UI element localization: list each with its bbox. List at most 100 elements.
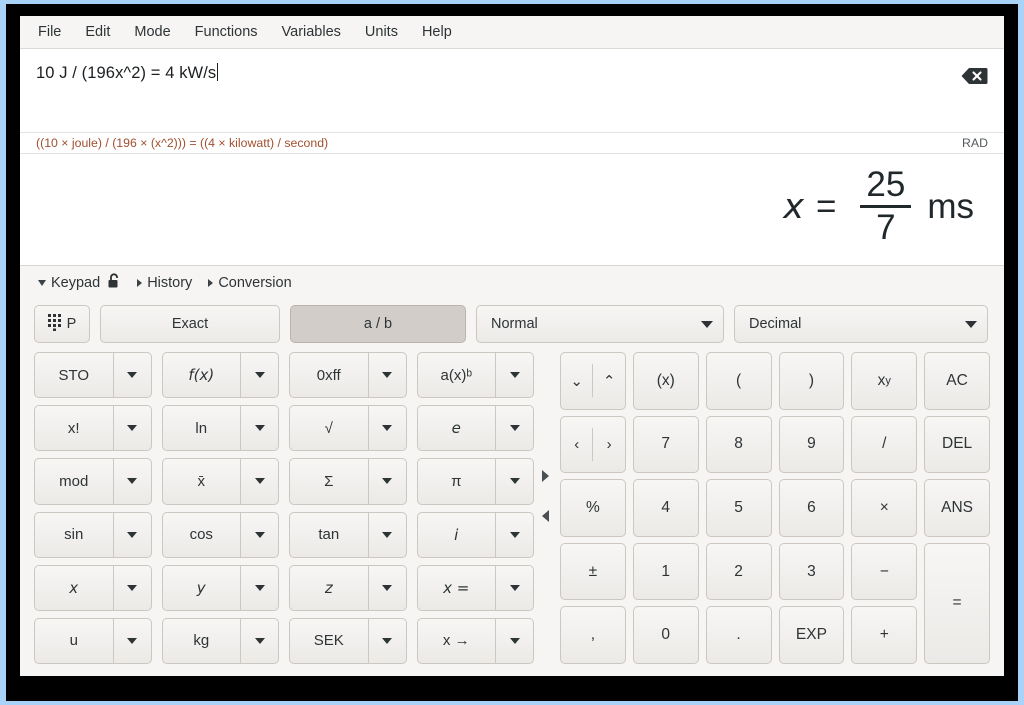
fraction-mode-button[interactable]: a / b xyxy=(290,305,466,343)
function-key-label[interactable]: √ xyxy=(290,406,369,450)
function-key-dropdown[interactable] xyxy=(496,353,533,397)
key-decimal-point[interactable]: . xyxy=(706,606,772,664)
tab-conversion[interactable]: Conversion xyxy=(204,273,299,293)
function-key[interactable]: x̄ xyxy=(162,458,280,504)
expand-right-icon[interactable] xyxy=(542,470,549,482)
function-key-label[interactable]: x! xyxy=(35,406,114,450)
function-key-label[interactable]: x = xyxy=(418,566,497,610)
tab-keypad[interactable]: Keypad xyxy=(34,271,129,295)
key-plus-minus[interactable]: ± xyxy=(560,543,626,601)
key-plus[interactable]: + xyxy=(851,606,917,664)
function-key-dropdown[interactable] xyxy=(114,406,151,450)
function-key[interactable]: cos xyxy=(162,512,280,558)
function-key-dropdown[interactable] xyxy=(496,406,533,450)
function-key-dropdown[interactable] xyxy=(496,619,533,663)
function-key-dropdown[interactable] xyxy=(369,459,406,503)
function-key-dropdown[interactable] xyxy=(114,513,151,557)
function-key[interactable]: sin xyxy=(34,512,152,558)
key-comma[interactable]: , xyxy=(560,606,626,664)
key-5[interactable]: 5 xyxy=(706,479,772,537)
function-key-dropdown[interactable] xyxy=(496,459,533,503)
function-key[interactable]: STO xyxy=(34,352,152,398)
function-key[interactable]: z xyxy=(289,565,407,611)
function-key-label[interactable]: a(x)ᵇ xyxy=(418,353,497,397)
key-2[interactable]: 2 xyxy=(706,543,772,601)
function-key-label[interactable]: x xyxy=(35,566,114,610)
function-key-dropdown[interactable] xyxy=(241,513,278,557)
key-answer[interactable]: ANS xyxy=(924,479,990,537)
function-key-dropdown[interactable] xyxy=(241,566,278,610)
function-key[interactable]: y xyxy=(162,565,280,611)
function-key-dropdown[interactable] xyxy=(114,566,151,610)
function-key[interactable]: Σ xyxy=(289,458,407,504)
function-key-label[interactable]: u xyxy=(35,619,114,663)
cursor-left-icon[interactable]: ‹ xyxy=(561,417,592,473)
keypad-layout-button[interactable]: P xyxy=(34,305,90,343)
function-key[interactable]: x = xyxy=(417,565,535,611)
exact-mode-button[interactable]: Exact xyxy=(100,305,280,343)
function-key[interactable]: i xyxy=(417,512,535,558)
key-9[interactable]: 9 xyxy=(779,416,845,474)
key-delete[interactable]: DEL xyxy=(924,416,990,474)
cursor-up-icon[interactable]: ⌃ xyxy=(593,353,624,409)
key-function-parens[interactable]: (x) xyxy=(633,352,699,410)
function-key-dropdown[interactable] xyxy=(496,513,533,557)
function-key-dropdown[interactable] xyxy=(241,406,278,450)
function-key-label[interactable]: e xyxy=(418,406,497,450)
function-key[interactable]: ln xyxy=(162,405,280,451)
function-key-label[interactable]: Σ xyxy=(290,459,369,503)
function-key-label[interactable]: SEK xyxy=(290,619,369,663)
menu-item-edit[interactable]: Edit xyxy=(73,21,122,43)
function-key-dropdown[interactable] xyxy=(241,353,278,397)
function-key[interactable]: mod xyxy=(34,458,152,504)
function-key-dropdown[interactable] xyxy=(369,406,406,450)
function-key-dropdown[interactable] xyxy=(369,353,406,397)
function-key[interactable]: x → xyxy=(417,618,535,664)
key-divide[interactable]: / xyxy=(851,416,917,474)
key-4[interactable]: 4 xyxy=(633,479,699,537)
nav-horizontal-button[interactable]: ‹ › xyxy=(560,416,626,474)
key-3[interactable]: 3 xyxy=(779,543,845,601)
function-key-label[interactable]: f(x) xyxy=(163,353,242,397)
key-multiply[interactable]: × xyxy=(851,479,917,537)
base-select[interactable]: Decimal xyxy=(734,305,988,343)
key-percent[interactable]: % xyxy=(560,479,626,537)
function-key-label[interactable]: i xyxy=(418,513,497,557)
key-exponent[interactable]: EXP xyxy=(779,606,845,664)
function-key[interactable]: SEK xyxy=(289,618,407,664)
function-key[interactable]: kg xyxy=(162,618,280,664)
function-key-label[interactable]: y xyxy=(163,566,242,610)
function-key-dropdown[interactable] xyxy=(369,513,406,557)
function-key-label[interactable]: tan xyxy=(290,513,369,557)
function-key-dropdown[interactable] xyxy=(496,566,533,610)
function-key-label[interactable]: sin xyxy=(35,513,114,557)
function-key-label[interactable]: ln xyxy=(163,406,242,450)
cursor-down-icon[interactable]: ⌄ xyxy=(561,353,592,409)
key-open-paren[interactable]: ( xyxy=(706,352,772,410)
function-key-label[interactable]: kg xyxy=(163,619,242,663)
tab-history[interactable]: History xyxy=(133,273,200,293)
function-key-dropdown[interactable] xyxy=(114,353,151,397)
expand-left-icon[interactable] xyxy=(542,510,549,522)
function-key-label[interactable]: STO xyxy=(35,353,114,397)
function-key-label[interactable]: z xyxy=(290,566,369,610)
nav-vertical-button[interactable]: ⌄ ⌃ xyxy=(560,352,626,410)
menu-item-help[interactable]: Help xyxy=(410,21,464,43)
function-key-label[interactable]: x̄ xyxy=(163,459,242,503)
key-1[interactable]: 1 xyxy=(633,543,699,601)
menu-item-mode[interactable]: Mode xyxy=(122,21,182,43)
function-key-label[interactable]: cos xyxy=(163,513,242,557)
function-key[interactable]: u xyxy=(34,618,152,664)
unlock-icon[interactable] xyxy=(107,273,121,293)
menu-item-variables[interactable]: Variables xyxy=(270,21,353,43)
expression-input-area[interactable]: 10 J / (196x^2) = 4 kW/s xyxy=(20,48,1004,132)
expression-input[interactable]: 10 J / (196x^2) = 4 kW/s xyxy=(36,64,216,83)
angle-unit-indicator[interactable]: RAD xyxy=(962,136,988,150)
function-key[interactable]: a(x)ᵇ xyxy=(417,352,535,398)
menu-item-file[interactable]: File xyxy=(26,21,73,43)
key-8[interactable]: 8 xyxy=(706,416,772,474)
function-key[interactable]: 0xff xyxy=(289,352,407,398)
backspace-icon[interactable] xyxy=(960,66,988,86)
function-key-dropdown[interactable] xyxy=(369,566,406,610)
key-power[interactable]: xy xyxy=(851,352,917,410)
